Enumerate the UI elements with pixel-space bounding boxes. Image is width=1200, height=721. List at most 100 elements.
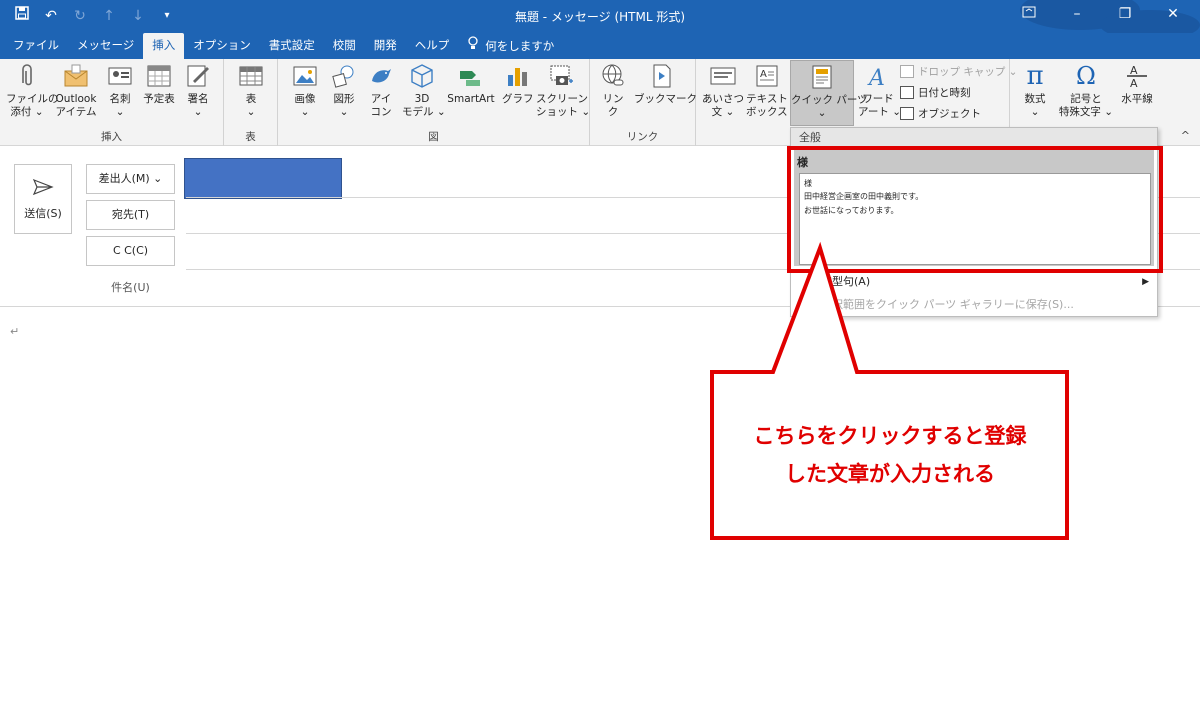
bookmark-button[interactable]: ブックマーク <box>634 63 697 106</box>
symbol-button[interactable]: Ω 記号と 特殊文字 ⌄ <box>1056 63 1116 119</box>
restore-button[interactable]: ❐ <box>1116 6 1134 22</box>
send-button[interactable]: 送信(S) <box>14 164 72 234</box>
svg-text:A: A <box>1130 77 1138 89</box>
tell-me-search[interactable]: 何をしますか <box>458 33 563 59</box>
menu-item-save-selection: 選択範囲をクイック パーツ ギャラリーに保存(S)... <box>821 298 1074 311</box>
group-label-table: 表 <box>245 131 256 143</box>
close-button[interactable]: ✕ <box>1164 6 1182 22</box>
date-time-button[interactable]: 日付と時刻 <box>900 85 971 100</box>
signature-icon <box>187 65 209 87</box>
highlight-box <box>787 146 1163 273</box>
wordart-icon: A <box>867 66 885 89</box>
tab-file[interactable]: ファイル <box>4 33 68 59</box>
outlook-item-icon <box>64 64 88 87</box>
ribbon-display-icon[interactable] <box>1020 6 1038 22</box>
object-button[interactable]: オブジェクト <box>900 106 981 121</box>
object-icon <box>900 107 914 120</box>
business-card-button[interactable]: 名刺 ⌄ <box>104 63 136 119</box>
table-button[interactable]: 表 ⌄ <box>236 63 266 119</box>
drop-cap-icon <box>900 65 914 78</box>
picture-icon <box>293 66 317 86</box>
group-include: ファイルの 添付 ⌄ Outlook アイテム 名刺 ⌄ 予定表 署名 ⌄ 挿入 <box>0 59 224 146</box>
quick-parts-icon <box>812 65 832 89</box>
signature-button[interactable]: 署名 ⌄ <box>182 63 214 119</box>
bird-icon <box>372 69 391 83</box>
smartart-icon <box>460 71 480 86</box>
callout-line: こちらをクリックすると登録 <box>753 424 1027 448</box>
send-icon <box>32 178 54 196</box>
window-controls: – ❐ ✕ <box>1020 6 1182 22</box>
lightbulb-icon <box>467 34 479 58</box>
gallery-header-general: 全般 <box>791 128 1157 148</box>
tab-insert[interactable]: 挿入 <box>143 33 185 59</box>
horizontal-line-icon: AA <box>1127 64 1147 89</box>
shapes-button[interactable]: 図形 ⌄ <box>328 63 360 119</box>
from-button[interactable]: 差出人(M) ⌄ <box>86 164 175 194</box>
greeting-button[interactable]: あいさつ文 ⌄ <box>702 63 744 119</box>
textbox-icon: A <box>756 65 778 87</box>
shapes-icon <box>332 65 354 88</box>
cube-icon <box>411 64 433 88</box>
horizontal-line-button[interactable]: AA 水平線 <box>1118 63 1156 106</box>
omega-icon: Ω <box>1076 62 1096 90</box>
equation-button[interactable]: π 数式 ⌄ <box>1018 63 1052 119</box>
callout-line: した文章が入力される <box>785 462 995 486</box>
tell-me-label: 何をしますか <box>485 39 555 53</box>
tab-help[interactable]: ヘルプ <box>406 33 459 59</box>
calendar-clock-icon <box>900 86 914 99</box>
quick-parts-button[interactable]: クイック パーツ ⌄ <box>790 60 868 126</box>
cc-button[interactable]: C C(C) <box>86 236 175 266</box>
minimize-button[interactable]: – <box>1068 6 1086 22</box>
svg-text:A: A <box>760 69 767 80</box>
menu-item-autotext[interactable]: 定型句(A) ▶ <box>791 271 1157 293</box>
tab-review[interactable]: 校閲 <box>324 33 365 59</box>
outlook-message-window: ↶ ↻ ↑ ↓ ▾ 無題 - メッセージ (HTML 形式) – ❐ ✕ ファイ… <box>0 0 1200 721</box>
title-bar: ↶ ↻ ↑ ↓ ▾ 無題 - メッセージ (HTML 形式) – ❐ ✕ <box>0 0 1200 40</box>
bar-chart-icon <box>508 68 527 86</box>
link-button[interactable]: リンク <box>598 63 628 119</box>
screenshot-button[interactable]: スクリーン ショット ⌄ <box>536 63 590 119</box>
send-label: 送信(S) <box>24 207 62 220</box>
picture-button[interactable]: 画像 ⌄ <box>288 63 322 119</box>
submenu-arrow-icon: ▶ <box>1142 277 1149 287</box>
group-label-links: リンク <box>626 131 659 143</box>
tab-developer[interactable]: 開発 <box>365 33 406 59</box>
from-address-redacted <box>184 158 342 199</box>
outlook-item-button[interactable]: Outlook アイテム <box>52 63 100 119</box>
icons-button[interactable]: アイ コン <box>366 63 396 119</box>
tab-options[interactable]: オプション <box>184 33 260 59</box>
drop-cap-label: ドロップ キャップ ⌄ <box>918 66 1018 78</box>
pi-icon: π <box>1026 61 1044 91</box>
to-button[interactable]: 宛先(T) <box>86 200 175 230</box>
attach-file-button[interactable]: ファイルの 添付 ⌄ <box>6 63 59 119</box>
message-body[interactable]: ↵ <box>10 325 19 338</box>
bookmark-icon <box>653 64 671 88</box>
callout-text: こちらをクリックすると登録 した文章が入力される <box>716 374 1064 536</box>
autotext-label: 定型句(A) <box>821 275 871 288</box>
object-label: オブジェクト <box>918 108 981 120</box>
3d-models-button[interactable]: 3D モデル ⌄ <box>402 63 446 119</box>
business-card-icon <box>108 67 132 85</box>
drop-cap-button[interactable]: ドロップ キャップ ⌄ <box>900 64 1017 79</box>
greeting-icon <box>710 67 736 85</box>
date-time-label: 日付と時刻 <box>918 87 971 99</box>
ribbon-tabs: ファイル メッセージ 挿入 オプション 書式設定 校閲 開発 ヘルプ 何をします… <box>0 33 1200 59</box>
group-label-illustrations: 図 <box>428 131 439 143</box>
group-table: 表 ⌄ 表 <box>224 59 278 146</box>
group-label-insert: 挿入 <box>101 131 122 143</box>
smartart-button[interactable]: SmartArt <box>446 63 496 106</box>
link-globe-icon <box>602 64 624 86</box>
svg-text:A: A <box>1130 64 1138 77</box>
textbox-button[interactable]: A テキスト ボックス ⌄ <box>746 63 800 119</box>
svg-text:A: A <box>867 66 885 89</box>
tab-format[interactable]: 書式設定 <box>260 33 324 59</box>
paperclip-icon <box>22 64 32 86</box>
tab-message[interactable]: メッセージ <box>68 33 143 59</box>
group-links: リンク ブックマーク リンク <box>590 59 697 146</box>
wordart-button[interactable]: A ワード アート ⌄ <box>858 63 901 119</box>
chart-button[interactable]: グラフ <box>502 63 534 106</box>
calendar-button[interactable]: 予定表 <box>140 63 178 106</box>
screenshot-icon <box>550 65 573 85</box>
table-icon <box>239 66 263 86</box>
collapse-ribbon-icon[interactable]: ^ <box>1181 129 1190 142</box>
